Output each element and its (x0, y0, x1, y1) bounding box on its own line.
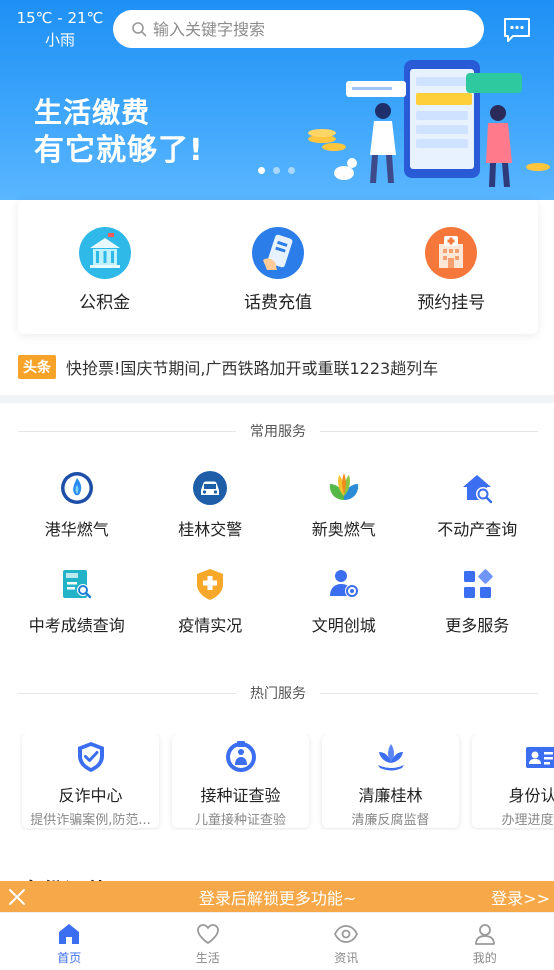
hot-service-vaccine-check[interactable]: 接种证查验 儿童接种证查验 (172, 734, 309, 828)
service-label: 新奥燃气 (311, 520, 376, 539)
headline-news[interactable]: 头条 快抢票!国庆节期间,广西铁路加开或重联1223趟列车 (18, 352, 538, 382)
login-link[interactable]: 登录>> (491, 885, 554, 909)
service-gas-xinao[interactable]: 新奥燃气 (277, 470, 411, 540)
eye-icon (334, 925, 359, 943)
service-property-query[interactable]: 不动产查询 (411, 470, 545, 540)
building-icon (78, 227, 131, 279)
common-services-heading: 常用服务 (18, 421, 538, 441)
search-input[interactable] (153, 19, 453, 39)
tab-news[interactable]: 资讯 (277, 913, 416, 970)
car-icon (193, 471, 228, 505)
search-icon (132, 22, 147, 37)
gas-flame-icon (60, 472, 93, 504)
tab-label: 我的 (472, 951, 497, 965)
common-services-grid: 港华燃气 桂林交警 新奥燃气 不动产查询 中考成绩查询 疫情实况 文明创城 更多… (10, 470, 544, 636)
service-label: 文明创城 (311, 616, 376, 635)
hospital-icon (425, 227, 478, 279)
message-icon[interactable] (502, 16, 532, 44)
quick-item-appointment[interactable]: 预约挂号 (365, 200, 538, 334)
next-section-heading: 身份证件 (20, 866, 110, 882)
hot-service-title: 身份认证 (508, 786, 554, 805)
leaf-logo-icon (329, 473, 358, 500)
quick-item-label: 话费充值 (243, 293, 312, 313)
headline-text[interactable]: 快抢票!国庆节期间,广西铁路加开或重联1223趟列车 (66, 355, 438, 379)
divider-line (320, 692, 538, 694)
divider-line (320, 430, 538, 432)
quick-item-label: 预约挂号 (417, 293, 486, 313)
close-login-bar-button[interactable] (0, 881, 34, 912)
weather-condition: 小雨 (44, 31, 75, 49)
service-epidemic[interactable]: 疫情实况 (144, 566, 278, 636)
service-gas-ganghua[interactable]: 港华燃气 (10, 470, 144, 540)
carousel-dot[interactable] (288, 167, 295, 174)
hot-service-identity[interactable]: 身份认证 办理进度查询 (472, 734, 554, 828)
lotus-icon (377, 744, 404, 771)
hero-banner[interactable]: 15℃ - 21℃ 小雨 生活缴费 有它就够了! (0, 0, 554, 200)
temperature-range: 15℃ - 21℃ (16, 9, 104, 27)
app-root: 15℃ - 21℃ 小雨 生活缴费 有它就够了! (0, 0, 554, 970)
user-icon (474, 924, 495, 945)
banner-illustration (308, 60, 550, 187)
tab-label: 首页 (57, 951, 82, 965)
shield-cross-icon (197, 569, 224, 600)
user-location-icon (329, 570, 359, 598)
hot-service-title: 接种证查验 (200, 786, 281, 805)
quick-item-label: 公积金 (79, 293, 131, 313)
house-search-icon (463, 475, 493, 504)
quick-item-phone-recharge[interactable]: 话费充值 (191, 200, 364, 334)
hot-service-subtitle: 办理进度查询 (501, 813, 554, 828)
section-divider (0, 395, 554, 403)
carousel-dot[interactable] (273, 167, 280, 174)
vaccine-badge-icon (225, 741, 256, 772)
quick-item-housing-fund[interactable]: 公积金 (18, 200, 191, 334)
hot-service-integrity[interactable]: 清廉桂林 清廉反腐监督 (322, 734, 459, 828)
phone-recharge-icon (251, 227, 304, 279)
heart-icon (196, 924, 219, 944)
exam-score-icon (62, 570, 91, 599)
service-civilized-city[interactable]: 文明创城 (277, 566, 411, 636)
bottom-tab-bar: 首页 生活 资讯 我的 (0, 912, 554, 970)
service-more[interactable]: 更多服务 (411, 566, 545, 636)
service-label: 中考成绩查询 (28, 616, 125, 635)
tab-label: 生活 (195, 951, 220, 965)
service-label: 港华燃气 (44, 520, 109, 539)
grid-more-icon (464, 569, 493, 598)
home-icon (59, 924, 80, 944)
service-exam-score[interactable]: 中考成绩查询 (10, 566, 144, 636)
carousel-dot[interactable] (258, 167, 265, 174)
hot-services-carousel[interactable]: 反诈中心 提供诈骗案例,防范... 接种证查验 儿童接种证查验 清廉桂林 清廉反… (20, 734, 554, 830)
divider-line (18, 430, 236, 432)
weather-widget[interactable]: 15℃ - 21℃ 小雨 (14, 8, 106, 52)
service-label: 桂林交警 (178, 520, 243, 539)
hot-service-title: 清廉桂林 (358, 786, 423, 805)
hot-service-subtitle: 提供诈骗案例,防范... (30, 813, 151, 828)
service-label: 不动产查询 (437, 520, 518, 539)
hot-service-subtitle: 儿童接种证查验 (194, 813, 286, 828)
id-card-icon (525, 747, 554, 768)
login-prompt-bar[interactable]: 登录后解锁更多功能~ 登录>> (0, 881, 554, 912)
tab-home[interactable]: 首页 (0, 913, 139, 970)
login-bar-message: 登录后解锁更多功能~ (198, 888, 357, 908)
hot-services-heading: 热门服务 (18, 683, 538, 703)
hot-service-subtitle: 清廉反腐监督 (351, 813, 430, 828)
service-label: 更多服务 (445, 616, 510, 635)
close-icon (9, 888, 25, 905)
carousel-indicator (258, 167, 295, 174)
banner-title-line2: 有它就够了! (34, 133, 204, 168)
tab-life[interactable]: 生活 (139, 913, 278, 970)
service-traffic-police[interactable]: 桂林交警 (144, 470, 278, 540)
headline-tag: 头条 (18, 355, 56, 379)
section-title: 常用服务 (250, 424, 306, 440)
tab-label: 资讯 (334, 951, 359, 965)
hot-service-title: 反诈中心 (58, 786, 123, 805)
service-label: 疫情实况 (178, 616, 243, 635)
hot-service-anti-fraud[interactable]: 反诈中心 提供诈骗案例,防范... (22, 734, 159, 828)
search-bar[interactable] (113, 10, 484, 48)
shield-check-icon (77, 742, 104, 772)
divider-line (18, 692, 236, 694)
quick-services-card: 公积金 话费充值 预约挂号 (18, 200, 538, 334)
section-title: 热门服务 (250, 686, 306, 702)
tab-mine[interactable]: 我的 (416, 913, 554, 970)
